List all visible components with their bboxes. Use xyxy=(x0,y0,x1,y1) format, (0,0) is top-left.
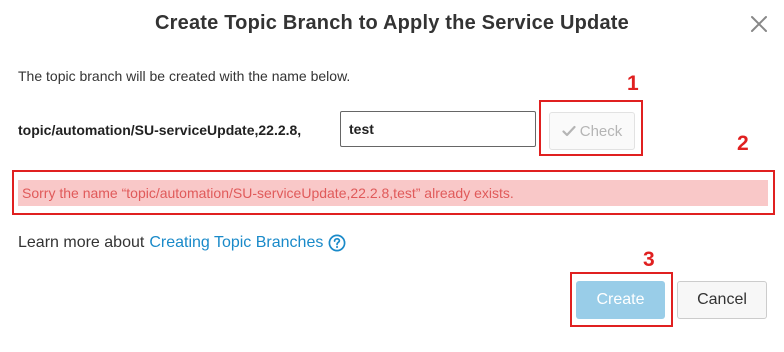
question-circle-icon[interactable] xyxy=(328,234,346,252)
annotation-label-3: 3 xyxy=(643,248,655,271)
creating-topic-branches-link[interactable]: Creating Topic Branches xyxy=(149,234,323,252)
close-icon xyxy=(751,16,767,32)
cancel-button[interactable]: Cancel xyxy=(677,281,767,319)
annotation-box-error xyxy=(12,170,775,215)
dialog-title: Create Topic Branch to Apply the Service… xyxy=(155,12,629,34)
learn-more: Learn more about Creating Topic Branches xyxy=(18,234,346,252)
annotation-box-create xyxy=(570,272,673,327)
annotation-box-check xyxy=(539,100,643,156)
learn-more-text: Learn more about xyxy=(18,234,145,251)
branch-prefix-label: topic/automation/SU-serviceUpdate,22.2.8… xyxy=(18,122,302,138)
intro-text: The topic branch will be created with th… xyxy=(18,68,351,84)
branch-name-input[interactable] xyxy=(340,111,536,147)
annotation-label-2: 2 xyxy=(737,132,749,155)
close-button[interactable] xyxy=(745,10,773,38)
annotation-label-1: 1 xyxy=(627,72,639,95)
create-topic-branch-dialog: Create Topic Branch to Apply the Service… xyxy=(0,0,784,352)
